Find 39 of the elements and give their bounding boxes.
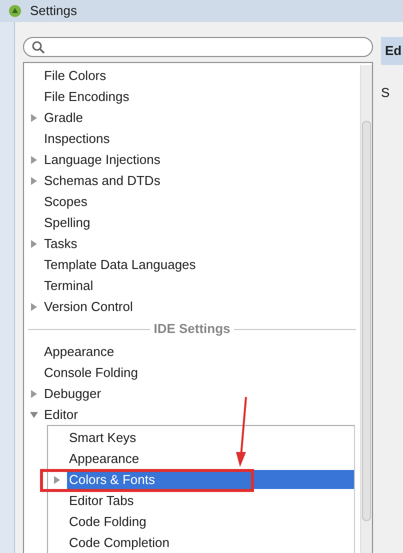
tree-item[interactable]: Spelling xyxy=(44,212,90,232)
tree-item[interactable]: Language Injections xyxy=(44,150,160,170)
tree-item[interactable]: Tasks xyxy=(44,234,78,254)
window-title: Settings xyxy=(30,2,77,20)
tree-item[interactable]: Terminal xyxy=(44,276,94,296)
tree-item[interactable]: Version Control xyxy=(44,296,133,316)
section-title: IDE Settings xyxy=(154,320,230,338)
tree-item[interactable]: Template Data Languages xyxy=(44,254,196,274)
tree-item[interactable]: Code Folding xyxy=(67,512,146,531)
tree-item[interactable]: Colors & Fonts xyxy=(67,470,354,489)
tree-item[interactable]: Inspections xyxy=(44,128,110,148)
collapsed-arrow-icon[interactable] xyxy=(30,390,38,398)
tree-item[interactable]: Schemas and DTDs xyxy=(44,170,160,190)
tree-item[interactable]: Appearance xyxy=(67,449,140,468)
expanded-arrow-icon[interactable] xyxy=(30,410,38,418)
tree-item[interactable]: Code Completion xyxy=(67,533,170,552)
tree-item[interactable]: Console Folding xyxy=(44,362,138,382)
collapsed-arrow-icon[interactable] xyxy=(30,114,38,122)
app-icon xyxy=(8,4,22,18)
panel-text: S xyxy=(381,84,391,102)
search-icon xyxy=(32,40,45,54)
tree-item[interactable]: Smart Keys xyxy=(67,428,136,447)
tree-item[interactable]: Gradle xyxy=(44,108,84,128)
scrollbar[interactable] xyxy=(360,65,372,553)
search-field[interactable] xyxy=(23,37,373,57)
tree-item[interactable]: Appearance xyxy=(44,342,114,362)
tree-item[interactable]: Debugger xyxy=(44,384,102,404)
panel-tab[interactable]: Ed xyxy=(381,37,403,65)
collapsed-arrow-icon[interactable] xyxy=(30,302,38,310)
tree-item[interactable]: File Encodings xyxy=(44,86,130,106)
tree-item[interactable]: File Colors xyxy=(44,66,106,86)
tree-item[interactable]: Editor xyxy=(44,404,78,424)
tree-item[interactable]: Scopes xyxy=(44,192,88,212)
tree-item[interactable]: Editor Tabs xyxy=(67,491,134,510)
annotation-arrow xyxy=(234,396,250,468)
collapsed-arrow-icon[interactable] xyxy=(30,240,38,248)
collapsed-arrow-icon[interactable] xyxy=(30,156,38,164)
collapsed-arrow-icon[interactable] xyxy=(53,476,61,484)
collapsed-arrow-icon[interactable] xyxy=(30,176,38,184)
